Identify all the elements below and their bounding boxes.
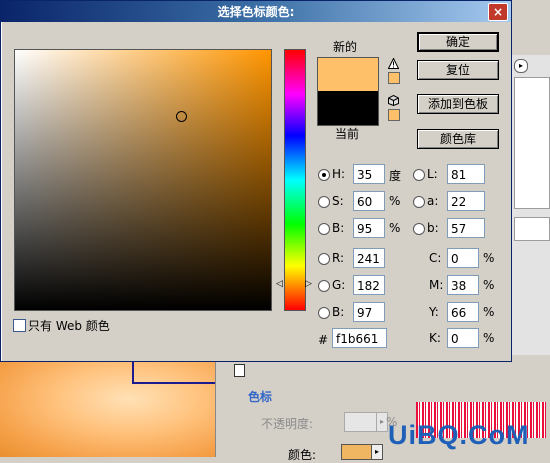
title-bar[interactable]: 选择色标颜色: × [1, 1, 511, 22]
only-web-colors-label: 只有 Web 颜色 [28, 319, 110, 333]
lab-b-label: b: [427, 221, 439, 235]
color-arrow-icon[interactable]: ▸ [371, 444, 383, 460]
right-panel: ▸ [510, 55, 550, 355]
cyan-unit: % [483, 251, 495, 265]
saturation-brightness-field[interactable] [14, 49, 272, 311]
add-to-swatches-button[interactable]: 添加到色板 [417, 94, 499, 114]
ok-button[interactable]: 确定 [417, 32, 499, 52]
lab-l-radio[interactable] [413, 169, 425, 181]
yellow-field[interactable]: 66 [447, 302, 479, 322]
close-button[interactable]: × [488, 3, 508, 21]
new-color-label: 新的 [333, 40, 358, 54]
reset-button[interactable]: 复位 [417, 60, 499, 80]
green-label: G: [332, 278, 346, 292]
dialog-title: 选择色标颜色: [217, 5, 295, 19]
canvas-frame [132, 360, 217, 384]
current-color-label: 当前 [335, 127, 360, 141]
hue-radio[interactable] [318, 169, 330, 181]
magenta-unit: % [483, 278, 495, 292]
red-label: R: [332, 251, 345, 265]
panel-menu-icon[interactable]: ▸ [514, 59, 528, 73]
saturation-unit: % [389, 194, 401, 208]
hex-label: # [318, 333, 329, 347]
panel-field [514, 217, 550, 241]
lab-l-label: L: [427, 167, 438, 181]
opacity-stop-marker[interactable] [234, 364, 245, 377]
watermark-logo: UiBQ.CoM [388, 420, 530, 450]
hue-unit: 度 [389, 169, 402, 183]
saturation-label: S: [332, 194, 344, 208]
web-safe-color-swatch[interactable] [388, 109, 400, 121]
hue-slider[interactable] [284, 49, 306, 311]
blue-label: B: [332, 305, 345, 319]
blue-radio[interactable] [318, 307, 330, 319]
green-radio[interactable] [318, 280, 330, 292]
black-label: K: [429, 331, 441, 345]
only-web-colors-checkbox[interactable] [13, 319, 26, 332]
red-field[interactable]: 241 [353, 248, 385, 268]
cyan-field[interactable]: 0 [447, 248, 479, 268]
current-color-swatch[interactable] [317, 91, 379, 126]
document-canvas [0, 360, 217, 457]
magenta-field[interactable]: 38 [447, 275, 479, 295]
opacity-label: 不透明度: [261, 417, 314, 431]
picker-cursor-icon[interactable] [176, 111, 187, 122]
color-libraries-button[interactable]: 颜色库 [417, 129, 499, 149]
opacity-input[interactable] [344, 412, 378, 432]
black-unit: % [483, 331, 495, 345]
stops-section-label: 色标 [248, 390, 273, 404]
hex-field[interactable]: f1b661 [332, 328, 387, 348]
lab-l-field[interactable]: 81 [447, 164, 485, 184]
web-safe-cube-icon[interactable] [388, 95, 399, 106]
brightness-unit: % [389, 221, 401, 235]
lab-a-label: a: [427, 194, 439, 208]
black-field[interactable]: 0 [447, 328, 479, 348]
magenta-label: M: [429, 278, 444, 292]
yellow-unit: % [483, 305, 495, 319]
lab-b-radio[interactable] [413, 223, 425, 235]
lab-a-field[interactable]: 22 [447, 191, 485, 211]
hue-marker-right-icon[interactable]: ▷ [305, 279, 312, 289]
color-picker-dialog: 选择色标颜色: × ◁ ▷ 新的 当前 确定 复位 添加到色板 颜色库 H: 3… [0, 0, 512, 362]
lab-b-field[interactable]: 57 [447, 218, 485, 238]
saturation-radio[interactable] [318, 196, 330, 208]
hue-label: H: [332, 167, 346, 181]
blue-field[interactable]: 97 [353, 302, 385, 322]
cyan-label: C: [429, 251, 442, 265]
out-of-gamut-warning-icon[interactable] [388, 58, 399, 69]
stop-color-swatch[interactable] [341, 444, 373, 460]
brightness-label: B: [332, 221, 345, 235]
color-label: 颜色: [288, 448, 317, 462]
hue-field[interactable]: 35 [353, 164, 385, 184]
hue-marker-left-icon[interactable]: ◁ [276, 279, 283, 289]
new-color-swatch [317, 57, 379, 92]
brightness-radio[interactable] [318, 223, 330, 235]
lab-a-radio[interactable] [413, 196, 425, 208]
brightness-field[interactable]: 95 [353, 218, 385, 238]
gamut-color-swatch[interactable] [388, 72, 400, 84]
red-radio[interactable] [318, 253, 330, 265]
panel-list [514, 77, 550, 209]
saturation-field[interactable]: 60 [353, 191, 385, 211]
green-field[interactable]: 182 [353, 275, 385, 295]
yellow-label: Y: [429, 305, 439, 319]
